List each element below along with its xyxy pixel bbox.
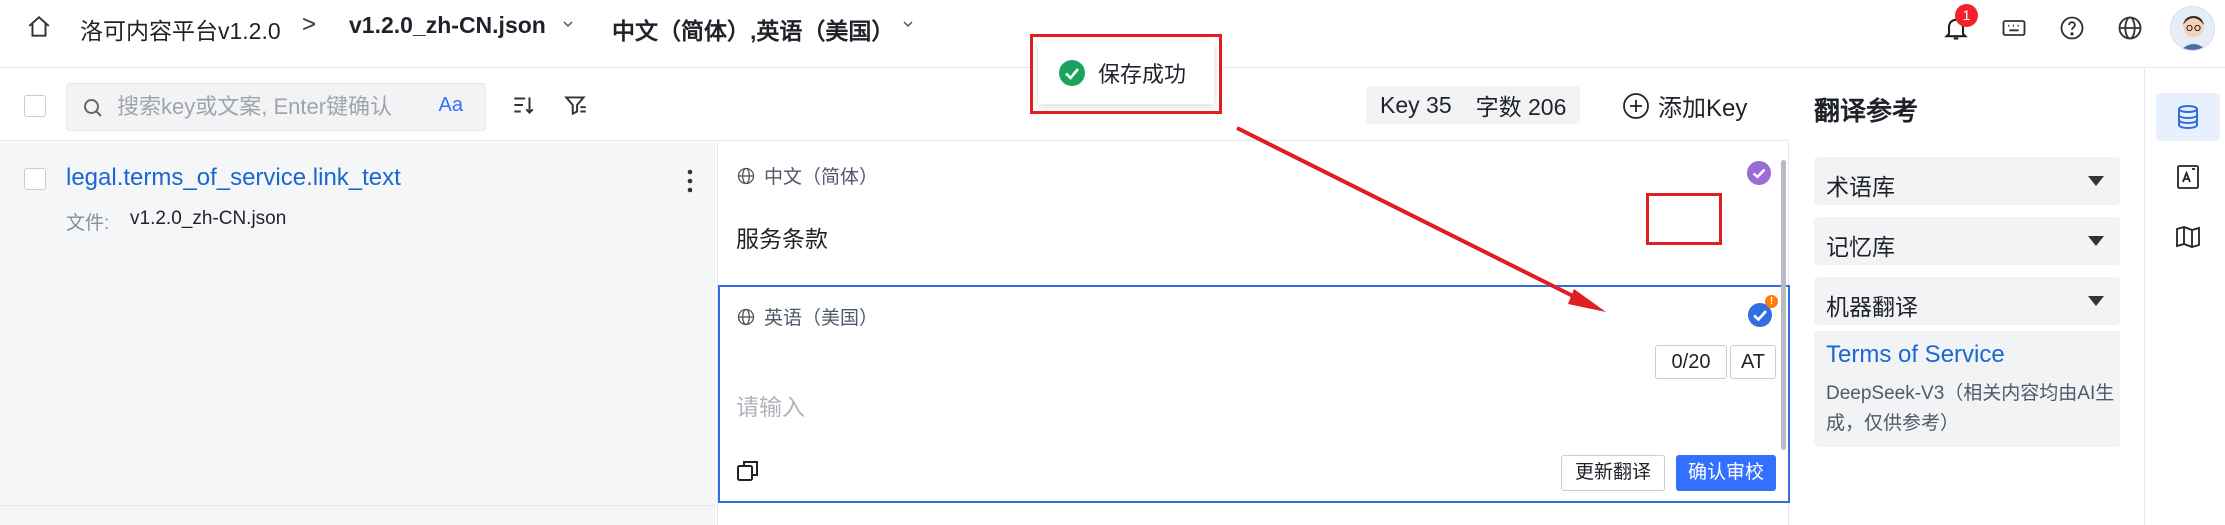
add-key-button[interactable]: 添加Key — [1622, 88, 1747, 123]
toast-message: 保存成功 — [1098, 62, 1187, 87]
chevron-down-icon[interactable] — [560, 16, 576, 32]
char-counter: 0/20 — [1655, 345, 1727, 379]
memory-label: 记忆库 — [1826, 234, 1895, 260]
editor-panel: 中文（简体） 服务条款 英语（美国） ! 0/20 AT 更新翻译 确认审校 — [717, 142, 1790, 525]
target-editor[interactable]: 英语（美国） ! 0/20 AT 更新翻译 确认审校 — [718, 285, 1790, 503]
user-avatar-icon — [2181, 16, 2206, 50]
machine-translation-card: Terms of Service DeepSeek-V3（相关内容均由AI生成，… — [1814, 331, 2120, 447]
match-case-toggle[interactable]: Aa — [439, 94, 463, 117]
termbase-label: 术语库 — [1826, 174, 1895, 200]
globe-icon[interactable] — [2116, 14, 2144, 42]
keyboard-icon[interactable] — [2000, 14, 2028, 42]
file-selector[interactable]: v1.2.0_zh-CN.json — [349, 12, 546, 39]
toolbar: Aa Key 35 字数 206 添加Key — [0, 69, 1788, 141]
termbase-section[interactable]: 术语库 — [1814, 157, 2120, 205]
search-icon — [84, 99, 102, 117]
breadcrumb-separator: > — [302, 11, 317, 38]
chevron-down-icon[interactable] — [900, 16, 916, 32]
char-count: 字数 206 — [1475, 94, 1567, 120]
copy-icon[interactable] — [734, 457, 762, 485]
warning-badge: ! — [1765, 295, 1778, 308]
search-input[interactable] — [117, 84, 437, 130]
machine-translation-section[interactable]: 机器翻译 — [1814, 277, 2120, 325]
toast-highlight: 保存成功 — [1030, 34, 1222, 114]
caret-down-icon — [2088, 176, 2104, 186]
memory-section[interactable]: 记忆库 — [1814, 217, 2120, 265]
source-lang-label: 中文（简体） — [764, 167, 879, 188]
translate-book-icon[interactable] — [2174, 163, 2202, 191]
reviewed-check-icon — [1747, 161, 1771, 185]
help-icon[interactable] — [2058, 14, 2086, 42]
confirm-review-button[interactable]: 确认审校 — [1676, 455, 1776, 491]
map-icon[interactable] — [2174, 223, 2202, 251]
counter-highlight-box — [1646, 193, 1722, 245]
list-item[interactable]: legal.terms_of_service.link_text 文件: v1.… — [0, 142, 716, 506]
home-icon[interactable] — [26, 14, 52, 40]
at-button[interactable]: AT — [1730, 345, 1776, 379]
globe-icon — [737, 308, 755, 325]
source-lang-header: 中文（简体） — [736, 162, 878, 189]
search-box: Aa — [66, 83, 486, 131]
machine-translation-label: 机器翻译 — [1826, 294, 1918, 320]
source-block: 中文（简体） 服务条款 — [718, 142, 1788, 284]
add-key-label: 添加Key — [1658, 95, 1748, 122]
target-lang-header: 英语（美国） — [736, 303, 878, 330]
reference-title: 翻译参考 — [1814, 96, 1919, 126]
sort-icon[interactable] — [510, 92, 536, 118]
filter-icon[interactable] — [563, 92, 589, 118]
key-list: legal.terms_of_service.link_text 文件: v1.… — [0, 142, 716, 525]
globe-icon — [737, 167, 755, 184]
file-label: 文件: — [66, 213, 110, 234]
key-count: Key 35 — [1380, 91, 1452, 118]
mt-suggestion[interactable]: Terms of Service — [1826, 341, 2005, 369]
notification-badge: 1 — [1955, 4, 1978, 27]
scrollbar[interactable] — [1781, 160, 1786, 450]
avatar[interactable] — [2170, 6, 2215, 51]
caret-down-icon — [2088, 296, 2104, 306]
mt-engine-note: DeepSeek-V3（相关内容均由AI生成，仅供参考） — [1826, 383, 2115, 434]
target-lang-label: 英语（美国） — [764, 308, 879, 329]
reference-panel: 翻译参考 术语库 记忆库 机器翻译 Terms of Service DeepS… — [1790, 69, 2145, 525]
file-value: v1.2.0_zh-CN.json — [130, 208, 287, 229]
side-rail — [2146, 69, 2225, 525]
select-all-checkbox[interactable] — [24, 95, 46, 117]
stats-badge: Key 35 字数 206 — [1366, 86, 1581, 124]
more-vertical-icon[interactable] — [686, 168, 694, 194]
source-text: 服务条款 — [736, 226, 828, 252]
row-checkbox[interactable] — [24, 168, 46, 190]
database-icon[interactable] — [2174, 103, 2202, 131]
success-check-icon — [1059, 60, 1085, 86]
plus-circle-icon — [1623, 92, 1649, 119]
update-translation-button[interactable]: 更新翻译 — [1561, 455, 1665, 491]
key-name[interactable]: legal.terms_of_service.link_text — [66, 164, 401, 192]
translation-input[interactable] — [736, 387, 1636, 427]
success-toast: 保存成功 — [1038, 42, 1214, 104]
platform-title: 洛可内容平台v1.2.0 — [80, 18, 281, 44]
caret-down-icon — [2088, 236, 2104, 246]
language-selector[interactable]: 中文（简体）,英语（美国） — [612, 12, 894, 46]
